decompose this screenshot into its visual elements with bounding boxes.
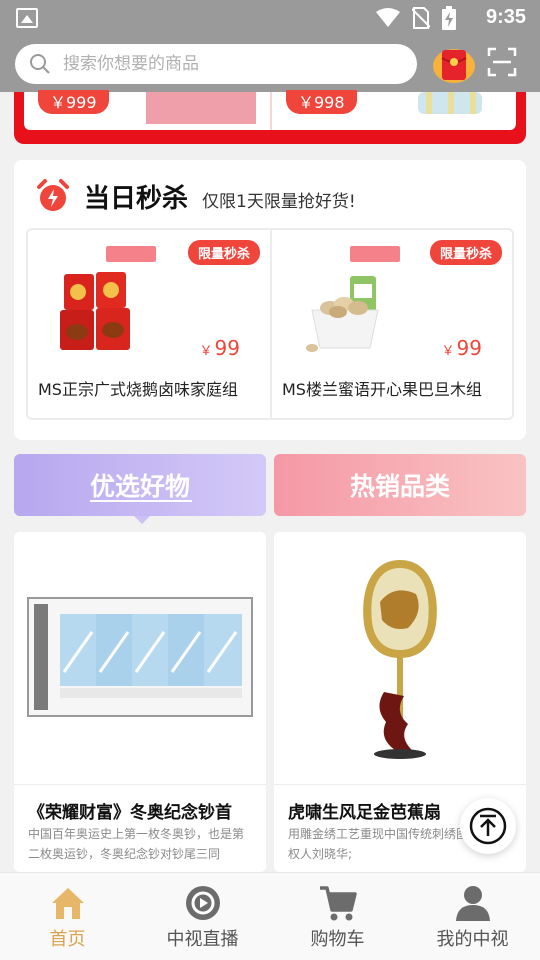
alarm-clock-icon bbox=[37, 179, 69, 211]
pistachio-product-image bbox=[306, 276, 379, 352]
flash-sale-item[interactable]: 限量秒杀 ￥ 99 MS正宗广式烧鹅卤味家庭组 bbox=[28, 230, 270, 418]
nav-label: 首页 bbox=[49, 929, 86, 950]
no-sim-icon bbox=[412, 7, 430, 29]
image-notification-icon bbox=[16, 8, 38, 28]
spec-tag bbox=[350, 246, 400, 262]
olympic-banknote-image bbox=[14, 532, 266, 784]
product-card[interactable]: 《荣耀财富》冬奥纪念钞首 中国百年奥运史上第一枚冬奥钞，也是第二枚奥运钞，冬奥纪… bbox=[14, 532, 266, 872]
nav-label: 我的中视 bbox=[436, 929, 509, 950]
red-packet-icon[interactable] bbox=[432, 44, 476, 84]
card-divider bbox=[14, 784, 266, 785]
top-product-strip: ￥999 ￥998 bbox=[14, 90, 526, 144]
active-tab-indicator bbox=[134, 516, 150, 524]
card-divider bbox=[274, 784, 526, 785]
sale-price: ￥ 99 bbox=[199, 336, 240, 360]
product-thumbnail bbox=[418, 92, 482, 114]
flash-sale-title: 当日秒杀 bbox=[84, 183, 189, 214]
tab-hot-categories[interactable]: 热销品类 bbox=[274, 454, 526, 516]
nav-item-cart[interactable]: 购物车 bbox=[270, 873, 405, 960]
status-icons bbox=[376, 6, 456, 30]
bottom-nav: 首页 中视直播 购物车 我的中视 bbox=[0, 872, 540, 960]
nav-item-home[interactable]: 首页 bbox=[0, 873, 135, 960]
product-thumbnail bbox=[146, 92, 256, 124]
tab-featured[interactable]: 优选好物 bbox=[14, 454, 266, 524]
status-bar: 9:35 bbox=[0, 0, 540, 36]
flash-sale-subtitle: 仅限1天限量抢好货! bbox=[202, 191, 356, 212]
battery-charging-icon bbox=[442, 6, 456, 30]
nav-label: 中视直播 bbox=[166, 929, 239, 950]
flash-sale-section: 当日秒杀 仅限1天限量抢好货! 限量秒杀 ￥ 99 MS正宗广式烧鹅卤味家庭组 限… bbox=[14, 160, 526, 440]
golden-fan-image bbox=[274, 532, 526, 784]
top-product-card[interactable]: ￥998 bbox=[270, 90, 516, 130]
user-icon bbox=[455, 886, 490, 921]
product-name: MS楼兰蜜语开心果巴旦木组 bbox=[282, 380, 482, 399]
sale-price: ￥ 99 bbox=[441, 336, 482, 360]
flash-sale-item[interactable]: 限量秒杀 ￥ 99 MS楼兰蜜语开心果巴旦木组 bbox=[270, 230, 512, 418]
spec-tag bbox=[106, 246, 156, 262]
tab-label: 优选好物 bbox=[89, 472, 190, 501]
home-icon bbox=[51, 888, 84, 919]
flash-sale-header: 当日秒杀 仅限1天限量抢好货! bbox=[36, 176, 356, 216]
active-tab-underline bbox=[90, 500, 192, 502]
tab-label: 热销品类 bbox=[349, 472, 450, 501]
product-title: 虎啸生风足金芭蕉扇 bbox=[288, 803, 441, 823]
search-input[interactable] bbox=[63, 54, 393, 74]
roast-goose-product-image bbox=[60, 272, 130, 350]
limited-sale-badge: 限量秒杀 bbox=[429, 240, 502, 265]
nav-item-profile[interactable]: 我的中视 bbox=[405, 873, 540, 960]
top-product-card[interactable]: ￥999 bbox=[24, 90, 270, 130]
product-description: 中国百年奥运史上第一枚冬奥钞，也是第二枚奥运钞，冬奥纪念钞对钞尾三同 bbox=[28, 827, 245, 861]
search-icon bbox=[30, 54, 50, 74]
scan-icon[interactable] bbox=[487, 47, 517, 77]
top-bar: 9:35 bbox=[0, 0, 540, 92]
product-title: 《荣耀财富》冬奥纪念钞首 bbox=[28, 803, 232, 823]
flash-sale-list: 限量秒杀 ￥ 99 MS正宗广式烧鹅卤味家庭组 限量秒杀 ￥ 99 MS楼兰蜜语… bbox=[26, 228, 514, 420]
price-tag: ￥999 bbox=[38, 90, 109, 114]
nav-item-live[interactable]: 中视直播 bbox=[135, 873, 270, 960]
search-bar[interactable] bbox=[15, 44, 417, 84]
product-name: MS正宗广式烧鹅卤味家庭组 bbox=[38, 380, 238, 399]
top-product-row: ￥999 ￥998 bbox=[24, 90, 516, 130]
arrow-up-icon bbox=[469, 807, 507, 845]
price-tag: ￥998 bbox=[286, 90, 357, 114]
live-play-icon bbox=[185, 886, 220, 920]
nav-label: 购物车 bbox=[310, 929, 365, 950]
cart-icon bbox=[319, 886, 357, 921]
wifi-icon bbox=[376, 8, 400, 27]
category-tabs: 优选好物 热销品类 bbox=[14, 454, 526, 524]
back-to-top-button[interactable] bbox=[460, 798, 516, 854]
limited-sale-badge: 限量秒杀 bbox=[187, 240, 260, 265]
status-time: 9:35 bbox=[485, 6, 526, 28]
